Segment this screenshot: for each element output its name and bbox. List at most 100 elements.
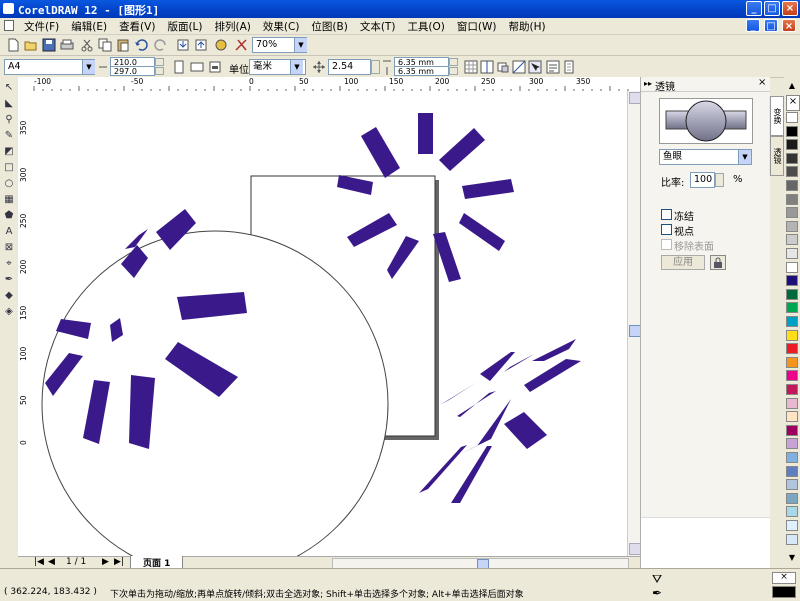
tab-transform[interactable]: 变换	[770, 96, 784, 136]
last-page-button[interactable]: ▶|	[114, 557, 124, 567]
open-icon[interactable]	[24, 38, 38, 52]
lock-icon[interactable]	[710, 255, 726, 270]
maximize-button[interactable]: □	[764, 1, 780, 16]
menu-bitmaps[interactable]: 位图(B)	[305, 18, 353, 34]
print-icon[interactable]	[60, 38, 74, 52]
tab-lens[interactable]: 透镜	[770, 136, 784, 176]
color-swatch[interactable]	[786, 261, 798, 273]
duplicate-y-spinner[interactable]	[449, 67, 458, 75]
first-page-button[interactable]: |◀	[34, 557, 44, 567]
page-height-field[interactable]: 297.0 mm	[110, 66, 155, 85]
docker-arrows-icon[interactable]: ▸▸	[644, 79, 652, 88]
color-swatch[interactable]	[786, 220, 798, 232]
options-icon[interactable]	[546, 60, 560, 74]
text-tool-icon[interactable]: A	[3, 226, 15, 238]
color-swatch[interactable]	[786, 302, 798, 314]
freeze-checkbox[interactable]	[661, 209, 672, 220]
outline-color-swatch[interactable]	[772, 586, 796, 598]
corel-online-icon[interactable]	[234, 38, 248, 52]
remove-face-checkbox[interactable]	[661, 239, 672, 250]
close-button[interactable]: ×	[782, 1, 798, 16]
color-swatch[interactable]	[786, 193, 798, 205]
color-swatch[interactable]	[786, 492, 798, 504]
menu-tools[interactable]: 工具(O)	[401, 18, 450, 34]
paste-icon[interactable]	[116, 38, 130, 52]
copy-icon[interactable]	[98, 38, 112, 52]
menu-arrange[interactable]: 排列(A)	[209, 18, 257, 34]
color-swatch[interactable]	[786, 452, 798, 463]
menu-file[interactable]: 文件(F)	[18, 18, 65, 34]
lens-type-dropdown[interactable]: ▼	[738, 150, 751, 164]
menu-help[interactable]: 帮助(H)	[502, 18, 551, 34]
nudge-distance-field[interactable]: 2.54 mm	[328, 59, 371, 86]
color-swatch[interactable]	[786, 506, 798, 518]
undo-icon[interactable]	[134, 38, 148, 52]
snap-guidelines-icon[interactable]	[480, 60, 494, 74]
paper-size-dropdown[interactable]: ▼	[82, 60, 95, 74]
vertical-scrollbar[interactable]	[627, 91, 641, 556]
zoom-tool-icon[interactable]: ⚲	[3, 114, 15, 126]
app-icon[interactable]	[3, 3, 14, 14]
pick-tool-icon[interactable]: ↖	[3, 82, 15, 94]
color-swatch[interactable]	[786, 180, 798, 191]
rectangle-tool-icon[interactable]: □	[3, 162, 15, 174]
color-swatch[interactable]	[786, 248, 798, 259]
snap-objects-icon[interactable]	[496, 60, 510, 74]
doc-close-button[interactable]: ×	[782, 19, 796, 32]
vertical-ruler[interactable]: 350 300 250 200 150 100 50 0	[18, 91, 32, 556]
color-swatch[interactable]	[786, 112, 798, 123]
color-swatch[interactable]	[786, 152, 798, 164]
import-icon[interactable]	[176, 38, 190, 52]
color-swatch[interactable]	[786, 533, 798, 545]
menu-view[interactable]: 查看(V)	[113, 18, 161, 34]
palette-scroll-down[interactable]: ▼	[786, 553, 798, 564]
ellipse-tool-icon[interactable]: ○	[3, 178, 15, 190]
viewpoint-checkbox[interactable]	[661, 224, 672, 235]
horizontal-ruler[interactable]: -100 -50 0 50 100 150 200 250 300 350	[31, 77, 640, 92]
menu-layout[interactable]: 版面(L)	[161, 18, 208, 34]
color-swatch[interactable]	[786, 384, 798, 395]
duplicate-x-spinner[interactable]	[449, 58, 458, 66]
doc-icon[interactable]	[4, 20, 14, 31]
app-launcher-icon[interactable]	[214, 38, 228, 52]
polygon-tool-icon[interactable]: ▦	[3, 194, 15, 206]
export-icon[interactable]	[194, 38, 208, 52]
eyedropper-tool-icon[interactable]: ⌖	[3, 258, 15, 270]
page-options-icon[interactable]	[562, 60, 576, 74]
color-swatch[interactable]	[786, 275, 798, 287]
color-swatch[interactable]	[786, 370, 798, 382]
color-swatch[interactable]	[786, 424, 798, 436]
color-swatch[interactable]	[786, 234, 798, 246]
new-icon[interactable]	[6, 38, 20, 52]
rate-field[interactable]: 100	[690, 172, 715, 188]
page-height-spinner[interactable]	[155, 67, 164, 75]
menu-window[interactable]: 窗口(W)	[451, 18, 503, 34]
color-swatch[interactable]	[786, 288, 798, 300]
rate-spinner[interactable]	[715, 173, 724, 187]
color-swatch[interactable]	[786, 520, 798, 531]
color-swatch[interactable]	[786, 166, 798, 178]
color-swatch[interactable]	[786, 465, 798, 477]
minimize-button[interactable]: _	[746, 1, 762, 16]
color-swatch[interactable]	[786, 139, 798, 151]
color-swatch[interactable]	[786, 397, 798, 409]
dynamic-guides-icon[interactable]	[512, 60, 526, 74]
menu-text[interactable]: 文本(T)	[354, 18, 402, 34]
interactive-blend-tool-icon[interactable]: ⊠	[3, 242, 15, 254]
drawing-canvas[interactable]	[31, 91, 627, 556]
apply-button[interactable]: 应用	[661, 255, 705, 270]
color-swatch[interactable]	[786, 479, 798, 491]
color-swatch[interactable]	[786, 438, 798, 450]
treat-as-filled-icon[interactable]	[528, 60, 542, 74]
ruler-origin[interactable]	[18, 77, 32, 92]
palette-scroll-up[interactable]: ▲	[786, 81, 798, 92]
fill-tool-icon[interactable]: ◆	[3, 290, 15, 302]
menu-effects[interactable]: 效果(C)	[257, 18, 306, 34]
drawing-area[interactable]	[31, 91, 627, 556]
basic-shapes-tool-icon[interactable]: ⬟	[3, 210, 15, 222]
nudge-spinner[interactable]	[371, 60, 380, 74]
shape-tool-icon[interactable]: ◣	[3, 98, 15, 110]
no-color-swatch[interactable]: ×	[786, 95, 800, 111]
outline-tool-icon[interactable]: ✒	[3, 274, 15, 286]
page-width-spinner[interactable]	[155, 58, 164, 66]
